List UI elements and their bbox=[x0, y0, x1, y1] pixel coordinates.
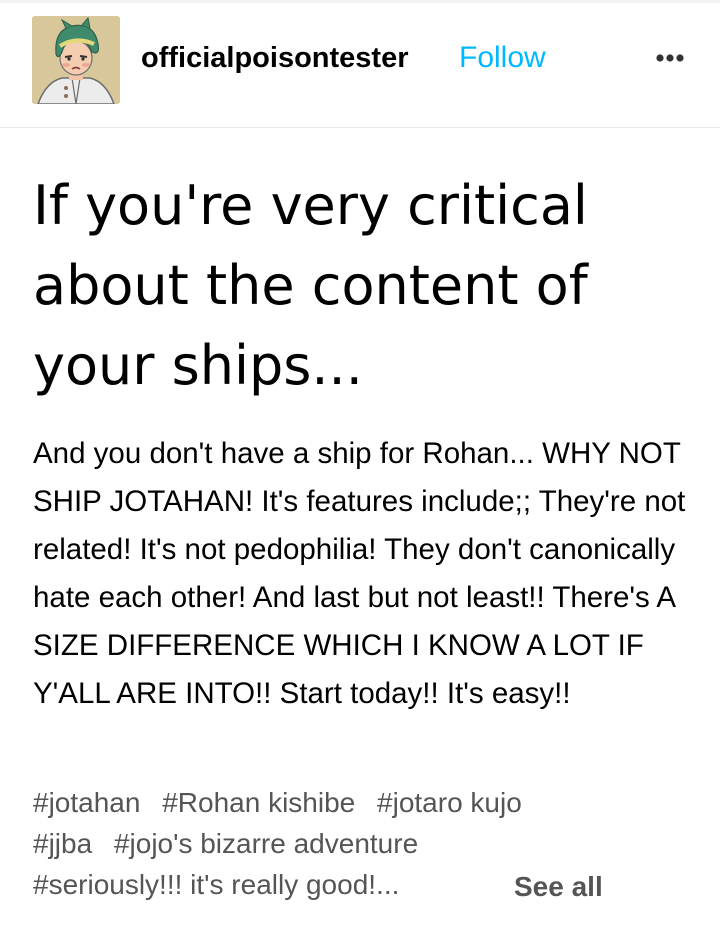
anime-character-avatar-icon bbox=[32, 16, 120, 104]
avatar[interactable] bbox=[32, 16, 120, 104]
more-options-button[interactable] bbox=[650, 45, 690, 71]
tag-list: #jotahan #Rohan kishibe #jotaro kujo #jj… bbox=[33, 782, 713, 905]
tag-rohan-kishibe[interactable]: #Rohan kishibe bbox=[162, 787, 355, 818]
more-options-icon bbox=[656, 54, 684, 62]
tag-jotahan[interactable]: #jotahan bbox=[33, 787, 140, 818]
post-title: If you're very critical about the conten… bbox=[33, 174, 588, 397]
tag-jjba[interactable]: #jjba bbox=[33, 828, 92, 859]
post-header: officialpoisontester Follow bbox=[0, 0, 720, 128]
tag-jojos-bizarre-adventure[interactable]: #jojo's bizarre adventure bbox=[114, 828, 418, 859]
tag-row: #jotahan #Rohan kishibe #jotaro kujo bbox=[33, 782, 713, 823]
tag-row: #jjba #jojo's bizarre adventure bbox=[33, 823, 713, 864]
tag-jotaro-kujo[interactable]: #jotaro kujo bbox=[377, 787, 522, 818]
tag-seriously[interactable]: #seriously!!! it's really good!... bbox=[33, 869, 399, 900]
username[interactable]: officialpoisontester bbox=[141, 40, 409, 76]
post-body: And you don't have a ship for Rohan... W… bbox=[33, 437, 686, 710]
tag-row: #seriously!!! it's really good!... bbox=[33, 864, 713, 905]
follow-button[interactable]: Follow bbox=[459, 40, 546, 76]
see-all-tags-button[interactable]: See all bbox=[514, 866, 603, 907]
